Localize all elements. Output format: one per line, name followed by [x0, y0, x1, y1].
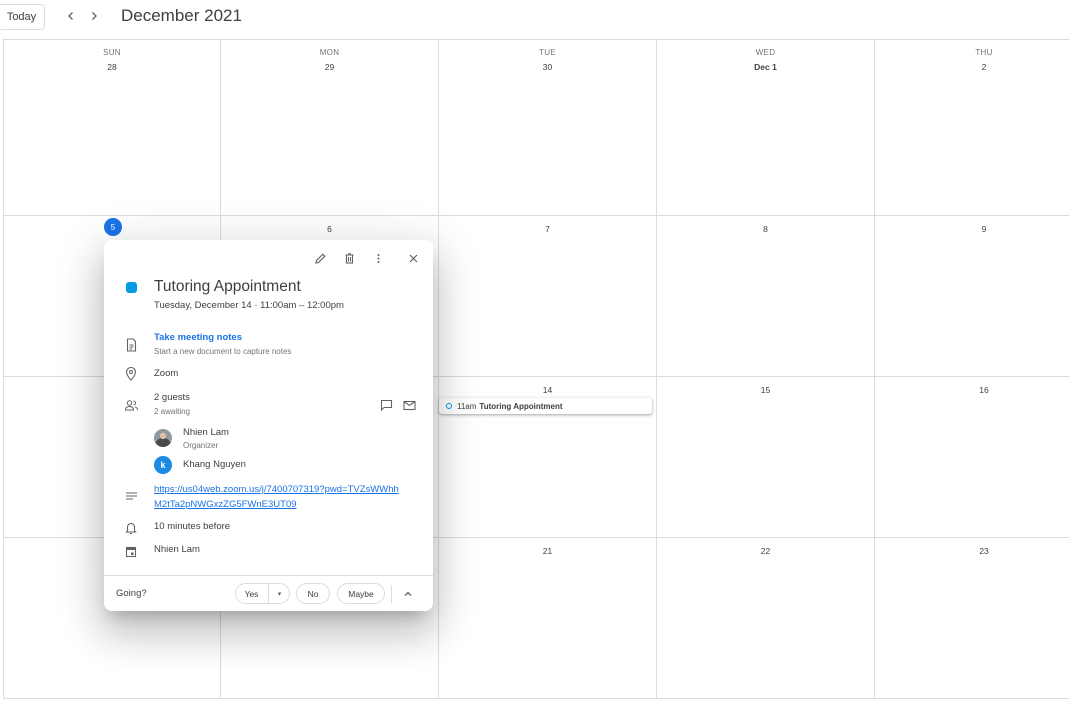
yes-button[interactable]: Yes	[235, 583, 268, 604]
day-number[interactable]: 30	[439, 62, 656, 72]
day-cell[interactable]: WED Dec 1	[657, 40, 875, 216]
event-title: Tutoring Appointment	[154, 278, 301, 295]
avatar	[154, 429, 172, 447]
day-number[interactable]: 6	[221, 224, 438, 234]
event-datetime: Tuesday, December 14 · 11:00am – 12:00pm	[154, 300, 344, 311]
day-cell[interactable]: 23	[875, 538, 1069, 699]
weekday-label: WED	[755, 48, 776, 57]
day-cell[interactable]: 16	[875, 377, 1069, 538]
guest-name[interactable]: Nhien Lam	[183, 427, 229, 438]
month-title: December 2021	[121, 6, 242, 25]
event-color-swatch	[126, 282, 137, 293]
document-icon	[123, 337, 139, 353]
location-pin-icon	[123, 366, 139, 382]
weekday-label: THU	[975, 48, 993, 57]
delete-icon[interactable]	[341, 250, 357, 266]
day-cell[interactable]: 21	[439, 538, 657, 699]
going-label: Going?	[116, 588, 147, 599]
today-day-number[interactable]: 5	[104, 218, 122, 236]
yes-dropdown-icon[interactable]: ▾	[268, 583, 290, 604]
day-number[interactable]: 28	[4, 62, 220, 72]
take-notes-subtext: Start a new document to capture notes	[154, 347, 292, 356]
chevron-right-icon[interactable]	[85, 7, 103, 25]
day-number[interactable]: 14	[439, 385, 656, 395]
edit-icon[interactable]	[312, 250, 328, 266]
avatar: k	[154, 456, 172, 474]
chevron-up-icon[interactable]	[400, 586, 416, 602]
guest-name[interactable]: Khang Nguyen	[183, 459, 246, 470]
day-cell[interactable]: 22	[657, 538, 875, 699]
event-time: 11am	[457, 401, 477, 411]
reminder-text: 10 minutes before	[154, 521, 231, 532]
day-number[interactable]: 21	[439, 546, 656, 556]
day-cell[interactable]: 8	[657, 216, 875, 377]
guests-status: 2 awaiting	[154, 407, 191, 416]
weekday-label: SUN	[103, 48, 121, 57]
more-options-icon[interactable]	[370, 250, 386, 266]
today-button[interactable]: Today	[0, 4, 45, 30]
no-button[interactable]: No	[296, 583, 330, 604]
weekday-label: MON	[319, 48, 340, 57]
chevron-left-icon[interactable]	[62, 7, 80, 25]
day-cell[interactable]: 15	[657, 377, 875, 538]
close-icon[interactable]	[405, 250, 421, 266]
day-number[interactable]: Dec 1	[657, 62, 874, 72]
weekday-label: TUE	[539, 48, 556, 57]
event-details-popup: Tutoring Appointment Tuesday, December 1…	[104, 240, 433, 611]
day-number[interactable]: 29	[221, 62, 438, 72]
chat-icon[interactable]	[378, 397, 394, 413]
calendar-owner: Nhien Lam	[154, 544, 200, 555]
day-number[interactable]: 16	[875, 385, 1069, 395]
day-number[interactable]: 7	[439, 224, 656, 234]
bell-icon	[123, 520, 139, 536]
event-chip[interactable]: 11am Tutoring Appointment	[439, 398, 652, 414]
day-cell[interactable]: TUE 30	[439, 40, 657, 216]
event-location: Zoom	[154, 368, 179, 379]
rsvp-footer: Going? Yes ▾ No Maybe	[104, 575, 433, 611]
day-number[interactable]: 8	[657, 224, 874, 234]
meeting-link[interactable]: https://us04web.zoom.us/j/7400707319?pwd…	[154, 482, 404, 512]
maybe-button[interactable]: Maybe	[337, 583, 385, 604]
day-number[interactable]: 22	[657, 546, 874, 556]
calendar-icon	[123, 543, 139, 559]
day-cell[interactable]: 7	[439, 216, 657, 377]
guest-role: Organizer	[183, 441, 219, 450]
day-number[interactable]: 9	[875, 224, 1069, 234]
day-cell[interactable]: THU 2	[875, 40, 1069, 216]
take-notes-link[interactable]: Take meeting notes	[154, 332, 242, 343]
event-dot-icon	[446, 403, 452, 409]
day-number[interactable]: 15	[657, 385, 874, 395]
guests-icon	[123, 397, 139, 413]
event-title: Tutoring Appointment	[479, 401, 563, 411]
guests-count: 2 guests	[154, 392, 190, 403]
day-cell[interactable]: MON 29	[221, 40, 439, 216]
description-icon	[123, 488, 139, 504]
day-cell[interactable]: 9	[875, 216, 1069, 377]
day-number[interactable]: 23	[875, 546, 1069, 556]
calendar-toolbar: Today December 2021	[0, 0, 1069, 36]
day-cell[interactable]: SUN 28	[3, 40, 221, 216]
divider	[391, 585, 392, 603]
day-number[interactable]: 2	[875, 62, 1069, 72]
email-icon[interactable]	[401, 397, 417, 413]
